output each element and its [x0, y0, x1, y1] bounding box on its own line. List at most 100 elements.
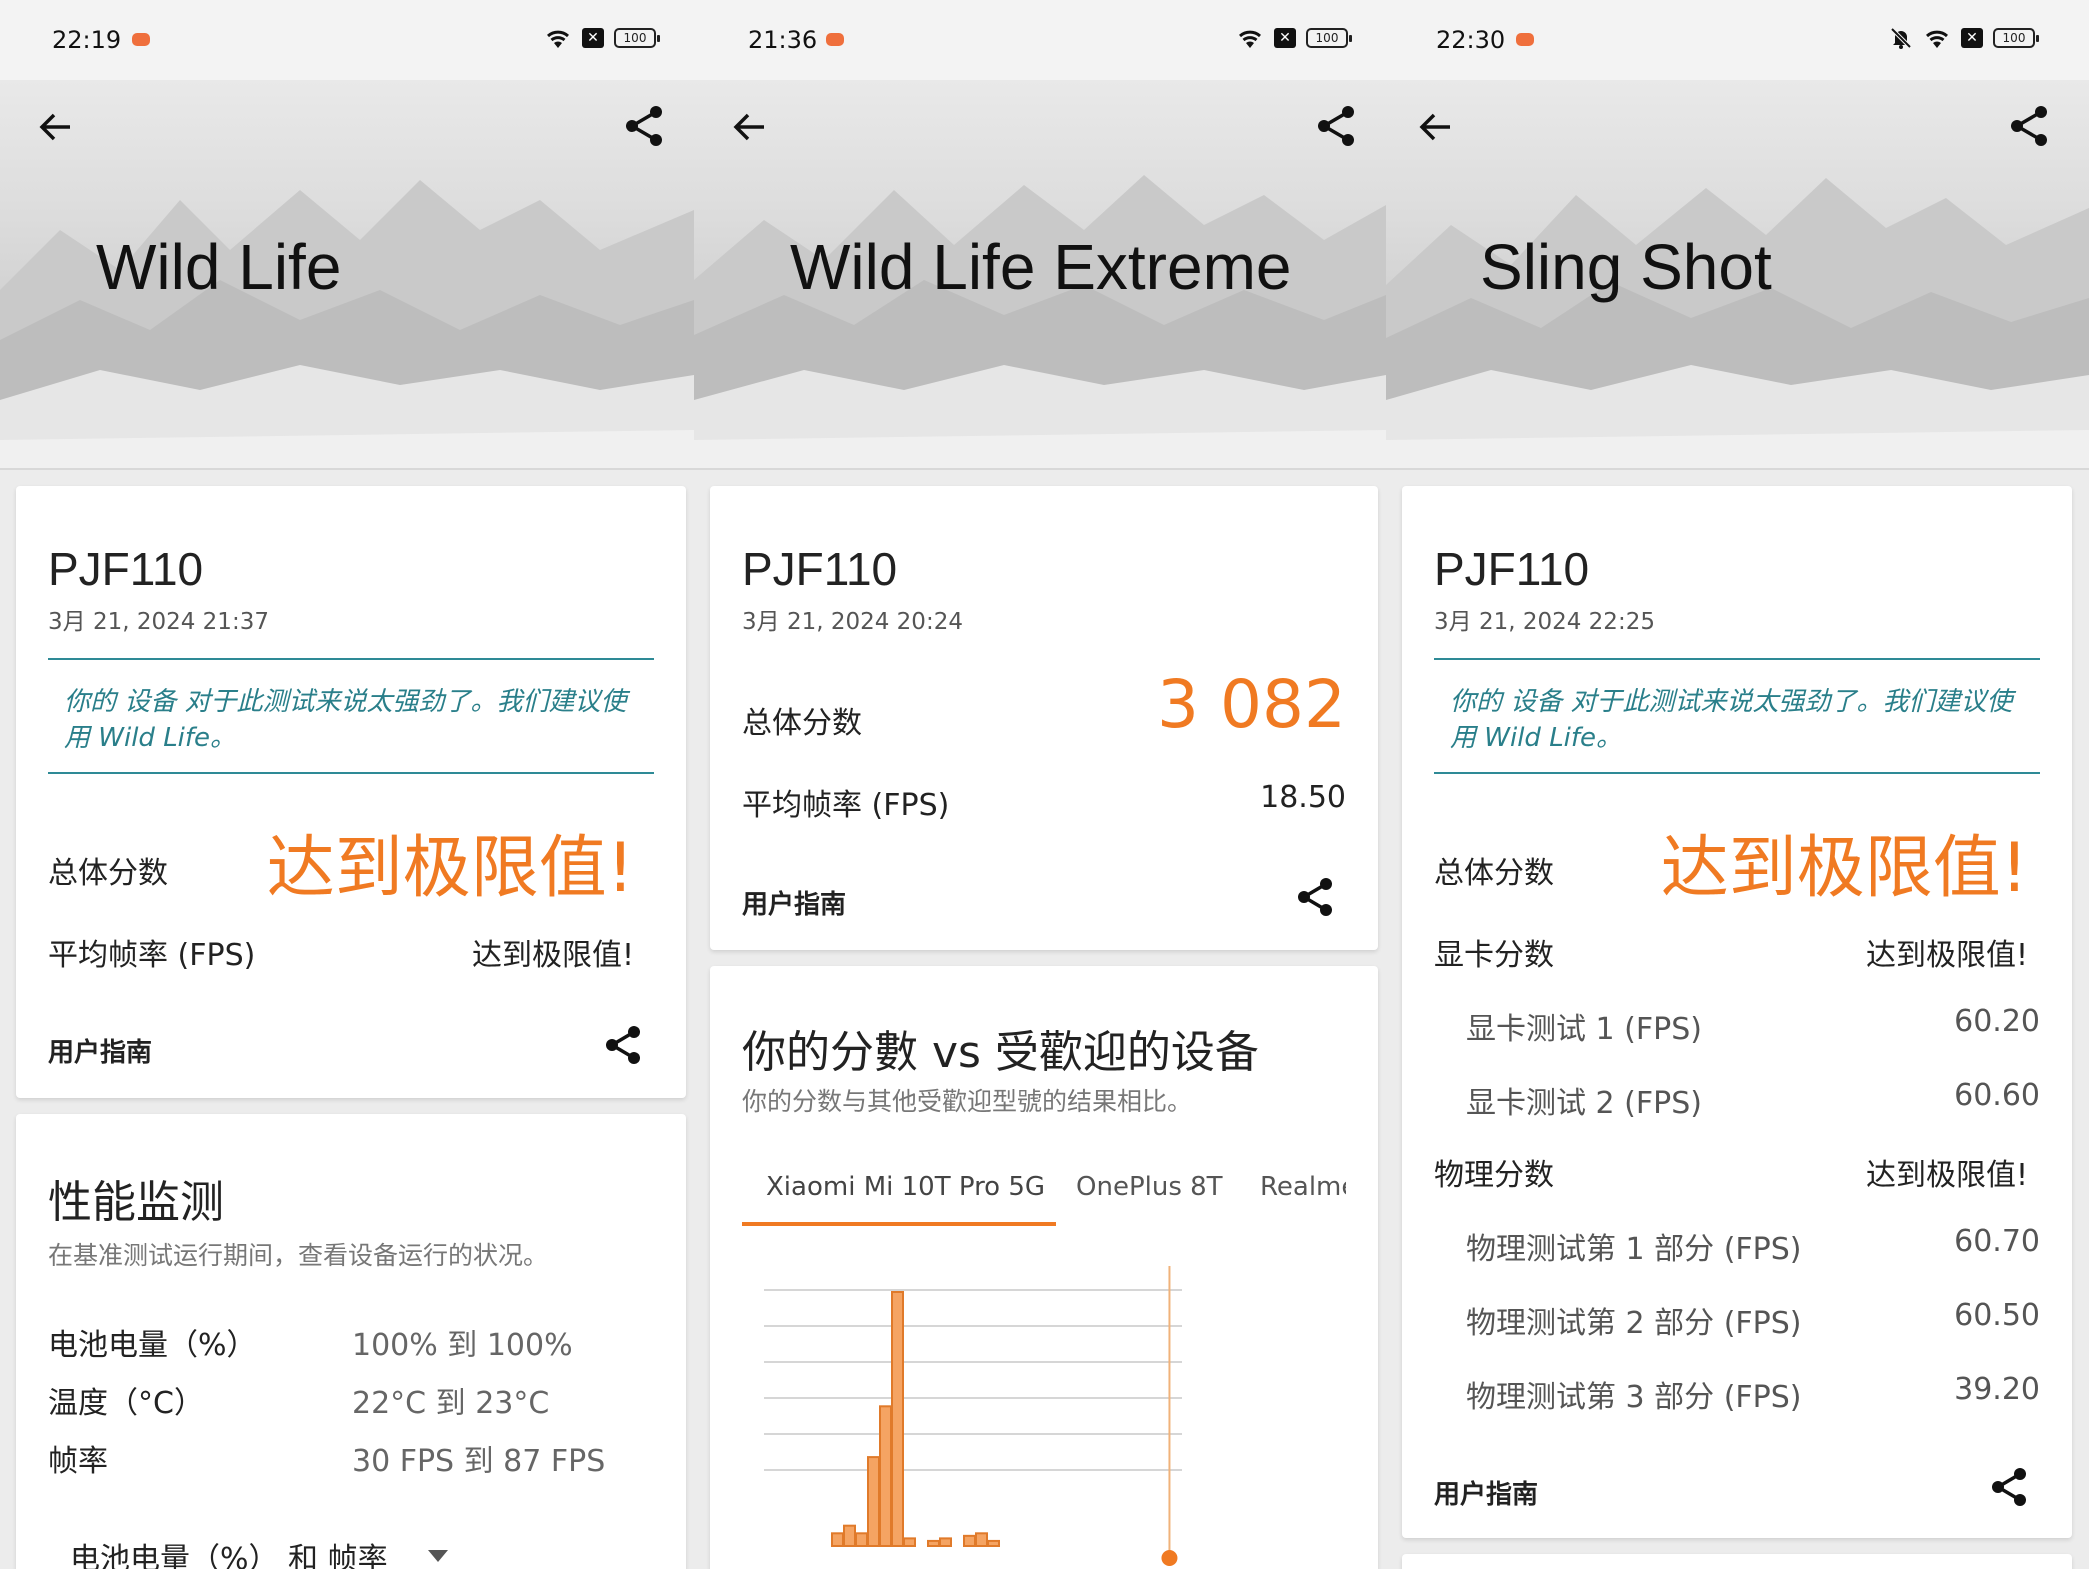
- header-banner: Wild Life Extreme: [694, 80, 1386, 470]
- result-card: PJF110 3月 21, 2024 20:24 总体分数 3 082 平均帧率…: [710, 486, 1378, 950]
- overall-score-value: 3 082: [1157, 666, 1346, 743]
- bell-muted-icon: [1890, 27, 1912, 49]
- status-time: 21:36: [748, 26, 818, 54]
- framerate-label: 帧率: [48, 1444, 108, 1479]
- chart-bar: [927, 1539, 940, 1548]
- share-icon[interactable]: [1988, 1466, 2030, 1508]
- chart-bar: [987, 1539, 1000, 1548]
- device-name: PJF110: [742, 543, 898, 595]
- chart-bar: [939, 1537, 952, 1548]
- status-icons: ✕ 100: [1236, 26, 1352, 50]
- overall-score-label: 总体分数: [48, 856, 168, 891]
- physics-test-3-value: 39.20: [1954, 1372, 2040, 1407]
- header-banner: Sling Shot: [1386, 80, 2089, 470]
- back-arrow-icon[interactable]: [728, 106, 770, 148]
- graphics-score-value: 达到极限值!: [1865, 938, 2028, 973]
- status-bar: 22:19 ✕ 100: [0, 0, 694, 80]
- physics-score-label: 物理分数: [1434, 1158, 1554, 1193]
- wifi-icon: [547, 30, 569, 48]
- battery-icon: 100: [1306, 28, 1352, 48]
- active-tab-indicator: [742, 1222, 1056, 1226]
- overall-score-label: 总体分数: [1434, 856, 1554, 891]
- share-icon[interactable]: [1314, 104, 1358, 148]
- result-date: 3月 21, 2024 21:37: [48, 609, 269, 635]
- physics-test-1-value: 60.70: [1954, 1224, 2040, 1259]
- page-title: Wild Life Extreme: [790, 231, 1292, 303]
- graphics-test-2-label: 显卡测试 2 (FPS): [1466, 1086, 1702, 1121]
- wifi-icon: [1926, 30, 1948, 48]
- graphics-score-label: 显卡分数: [1434, 938, 1554, 973]
- game-app-icon: [1516, 33, 1534, 46]
- share-icon[interactable]: [1294, 876, 1336, 918]
- user-guide-link[interactable]: 用户指南: [742, 884, 846, 921]
- overall-score-value: 达到极限值!: [1660, 829, 2028, 908]
- fps-label: 平均帧率 (FPS): [742, 788, 950, 823]
- graphics-test-1-label: 显卡测试 1 (FPS): [1466, 1012, 1702, 1047]
- status-icons: ✕ 100: [1889, 26, 2039, 50]
- battery-label: 电池电量（%）: [48, 1328, 257, 1363]
- graphics-test-2-value: 60.60: [1954, 1078, 2040, 1113]
- wifi-icon: [1239, 30, 1261, 48]
- physics-test-1-label: 物理测试第 1 部分 (FPS): [1466, 1232, 1802, 1267]
- chart-bar: [891, 1291, 904, 1547]
- chart-bar: [843, 1524, 856, 1547]
- monitor-title: 性能监测: [48, 1177, 224, 1228]
- fps-value: 达到极限值!: [471, 938, 634, 973]
- recommendation-note: 你的 设备 对于此测试来说太强劲了。我们建议使用 Wild Life。: [1434, 658, 2040, 774]
- share-icon[interactable]: [2007, 104, 2051, 148]
- result-date: 3月 21, 2024 22:25: [1434, 609, 1655, 635]
- device-name: PJF110: [48, 543, 204, 595]
- result-date: 3月 21, 2024 20:24: [742, 609, 963, 635]
- page-title: Sling Shot: [1480, 231, 1772, 303]
- dropdown-arrow-icon: [427, 1550, 448, 1562]
- chart-bar: [963, 1534, 976, 1547]
- fps-label: 平均帧率 (FPS): [48, 938, 256, 973]
- header-divider: [1386, 468, 2089, 470]
- chart-bar: [879, 1405, 892, 1547]
- recommendation-note: 你的 设备 对于此测试来说太强劲了。我们建议使用 Wild Life。: [48, 658, 654, 774]
- user-guide-link[interactable]: 用户指南: [48, 1032, 152, 1069]
- battery-icon: 100: [614, 28, 660, 48]
- header-divider: [694, 468, 1386, 470]
- metric-dropdown-label: 电池电量（%） 和 帧率: [70, 1542, 388, 1569]
- result-card: PJF110 3月 21, 2024 22:25 你的 设备 对于此测试来说太强…: [1402, 486, 2072, 1538]
- tab-xiaomi-mi-10t-pro-5g[interactable]: Xiaomi Mi 10T Pro 5G: [766, 1172, 1045, 1202]
- share-icon[interactable]: [602, 1024, 644, 1066]
- score-distribution-chart: [764, 1266, 1182, 1566]
- comparison-title: 你的分數 vs 受歡迎的设备: [742, 1027, 1259, 1078]
- header-divider: [0, 468, 694, 470]
- metric-dropdown[interactable]: 电池电量（%） 和 帧率: [70, 1534, 448, 1569]
- fps-value: 18.50: [1260, 780, 1346, 815]
- screens-container: 22:19 ✕ 100 Wild Life PJF110 3月 21, 2024…: [0, 0, 2089, 1569]
- physics-test-3-label: 物理测试第 3 部分 (FPS): [1466, 1380, 1802, 1415]
- comparison-card: 你的分數 vs 受歡迎的设备 你的分数与其他受歡迎型號的结果相比。 Xiaomi…: [710, 966, 1378, 1569]
- back-arrow-icon[interactable]: [34, 106, 76, 148]
- result-card: PJF110 3月 21, 2024 21:37 你的 设备 对于此测试来说太强…: [16, 486, 686, 1098]
- game-app-icon: [132, 33, 150, 46]
- status-time: 22:19: [52, 26, 122, 54]
- user-guide-link[interactable]: 用户指南: [1434, 1474, 1538, 1511]
- screen-sling-shot: 22:30 ✕ 100 Sling Shot PJF110 3月 21, 202…: [1386, 0, 2089, 1569]
- battery-value: 100% 到 100%: [352, 1328, 573, 1363]
- device-name: PJF110: [1434, 543, 1590, 595]
- back-arrow-icon[interactable]: [1414, 106, 1456, 148]
- physics-score-value: 达到极限值!: [1865, 1158, 2028, 1193]
- next-card: [1402, 1554, 2072, 1569]
- device-tabs: Xiaomi Mi 10T Pro 5G OnePlus 8T Realme: [742, 1172, 1346, 1232]
- graphics-test-1-value: 60.20: [1954, 1004, 2040, 1039]
- share-icon[interactable]: [622, 104, 666, 148]
- sim-x-icon: ✕: [582, 28, 604, 48]
- game-app-icon: [826, 33, 844, 46]
- page-title: Wild Life: [96, 231, 342, 303]
- comparison-desc: 你的分数与其他受歡迎型號的结果相比。: [742, 1087, 1193, 1116]
- tab-oneplus-8t[interactable]: OnePlus 8T: [1076, 1172, 1223, 1202]
- chart-bar: [867, 1456, 880, 1548]
- status-bar: 21:36 ✕ 100: [694, 0, 1386, 80]
- sim-x-icon: ✕: [1961, 28, 1983, 48]
- header-banner: Wild Life: [0, 80, 694, 470]
- your-score-dot: [1161, 1550, 1178, 1566]
- chart-bar: [855, 1532, 868, 1547]
- physics-test-2-label: 物理测试第 2 部分 (FPS): [1466, 1306, 1802, 1341]
- status-bar: 22:30 ✕ 100: [1386, 0, 2089, 80]
- tab-realme[interactable]: Realme: [1260, 1172, 1346, 1202]
